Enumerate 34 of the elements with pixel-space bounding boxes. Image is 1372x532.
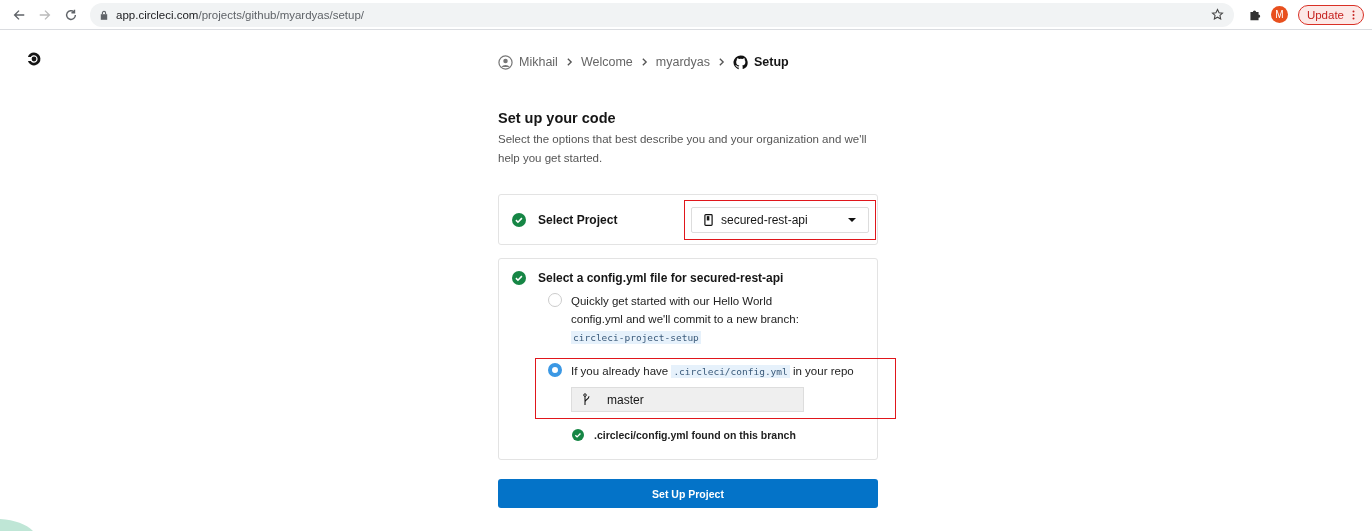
puzzle-icon[interactable] [1247,8,1261,21]
profile-avatar[interactable]: M [1270,6,1288,23]
chevron-icon [640,57,648,67]
breadcrumb-link[interactable]: Setup [753,55,789,69]
option-label: If you already have .circleci/config.yml in your repo [571,364,855,380]
page-heading: Set up your code [498,110,617,126]
set-up-project-button[interactable]: Set Up Project [498,479,878,508]
url-text: app.circleci.com/projects/github/myardyas/setup/ [116,8,365,21]
project-dropdown[interactable]: secured-rest-api [691,207,869,233]
address-bar[interactable]: app.circleci.com/projects/github/myardyas/setup/ [90,2,1234,27]
branch-icon [583,393,591,406]
reload-icon[interactable] [64,7,78,22]
logo-icon[interactable] [26,51,42,67]
status-message: .circleci/config.yml found on this branch [594,429,796,441]
user-icon [498,54,513,70]
chevron-icon [717,57,725,67]
radio-button[interactable] [548,363,562,377]
more-icon [1352,9,1355,20]
breadcrumb-link[interactable]: Mikhail [519,55,558,69]
update-button[interactable]: Update [1297,4,1364,25]
lock-icon [100,9,108,20]
back-icon[interactable] [12,7,26,22]
breadcrumb-link[interactable]: myardyas [655,55,710,69]
cat-logo-icon [732,54,748,70]
chevron-icon [565,57,573,67]
page-description: Select the options that best describe you and your organization and we'll help you get started. [498,132,868,166]
step-title: Select a config.yml file for secured-rest-api [538,271,784,285]
star-icon[interactable] [1210,8,1224,21]
branch-field[interactable]: master [571,387,804,412]
book-icon [704,214,713,226]
option-label: Quickly get started with our Hello World config.yml and we'll commit to a new branch: circleci-project-setup [571,294,800,346]
caret-icon [848,217,856,223]
breadcrumb-link[interactable]: Welcome [580,55,633,69]
step-label: Select Project [538,212,619,227]
